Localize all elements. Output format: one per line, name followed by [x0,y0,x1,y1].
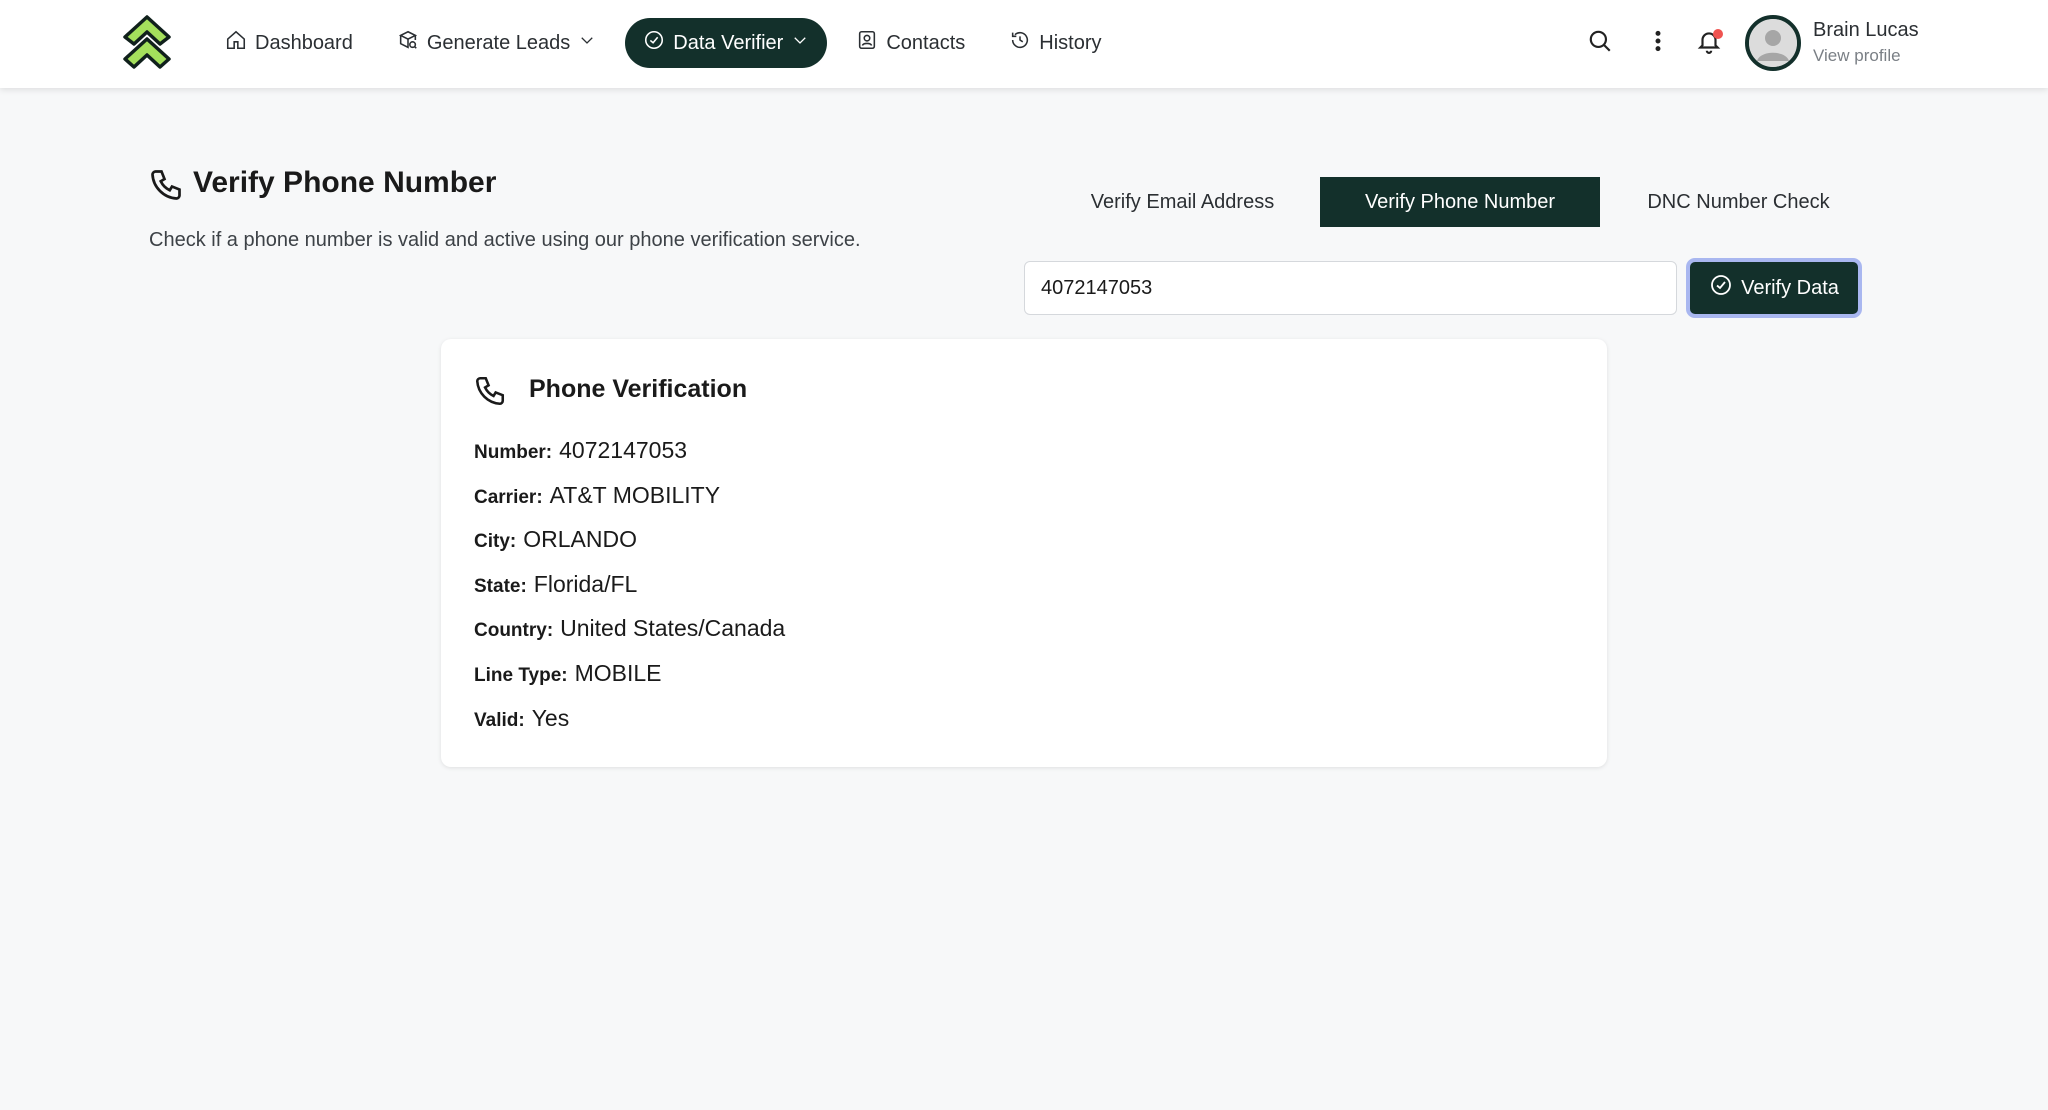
verify-data-button[interactable]: Verify Data [1686,258,1862,318]
search-button[interactable] [1583,26,1617,60]
view-profile-link[interactable]: View profile [1813,46,1901,66]
notification-badge [1713,29,1723,39]
top-navigation-bar: Dashboard Generate Leads Data Verifier C… [0,0,2048,88]
detail-value: MOBILE [574,659,662,686]
detail-row-valid: Valid: Yes [474,705,785,750]
nav-item-generate-leads[interactable]: Generate Leads [382,18,611,68]
nav-item-data-verifier[interactable]: Data Verifier [625,18,828,68]
nav-item-dashboard[interactable]: Dashboard [210,18,368,68]
chevron-down-icon [578,31,596,55]
nav-item-label: Contacts [886,31,966,54]
detail-row-country: Country: United States/Canada [474,615,785,660]
nav-item-label: Dashboard [255,31,353,54]
more-options-button[interactable] [1641,26,1675,60]
more-vertical-icon [1645,28,1671,59]
detail-value: United States/Canada [560,615,786,642]
verification-tabs: Verify Email Address Verify Phone Number… [1045,177,1877,227]
detail-value: Yes [531,704,570,731]
check-circle-icon [643,29,665,57]
detail-label: City: [474,531,517,553]
phone-icon [473,374,507,408]
profile-name: Brain Lucas [1813,19,1919,41]
detail-row-carrier: Carrier: AT&T MOBILITY [474,482,785,527]
tab-verify-email[interactable]: Verify Email Address [1045,177,1320,227]
tab-dnc-check[interactable]: DNC Number Check [1600,177,1877,227]
app-logo[interactable] [122,15,172,71]
phone-icon [148,167,184,203]
tab-verify-phone[interactable]: Verify Phone Number [1320,177,1600,227]
nav-item-label: Generate Leads [426,31,571,54]
detail-value: Florida/FL [533,570,638,597]
phone-number-input[interactable] [1024,261,1677,315]
chevron-down-icon [791,31,809,55]
detail-row-number: Number: 4072147053 [474,437,785,482]
nav-item-label: History [1039,31,1102,54]
card-title: Phone Verification [529,375,748,403]
avatar[interactable] [1745,15,1801,71]
detail-label: Valid: [474,709,525,731]
detail-row-state: State: Florida/FL [474,571,785,616]
detail-label: Carrier: [474,486,543,508]
nav-item-contacts[interactable]: Contacts [841,18,980,68]
detail-value: ORLANDO [523,526,637,553]
page-title: Verify Phone Number [193,166,497,199]
home-icon [225,29,247,57]
detail-value: AT&T MOBILITY [549,481,721,508]
main-nav: Dashboard Generate Leads Data Verifier C… [210,18,1131,68]
detail-row-line-type: Line Type: MOBILE [474,660,785,705]
page-description: Check if a phone number is valid and act… [149,229,861,251]
leads-icon [397,29,419,57]
verification-details: Number: 4072147053 Carrier: AT&T MOBILIT… [474,437,785,749]
check-circle-icon [1709,273,1733,303]
contacts-icon [856,29,878,57]
detail-label: Line Type: [474,664,568,686]
search-icon [1587,28,1613,59]
detail-value: 4072147053 [559,437,688,463]
nav-item-label: Data Verifier [673,31,784,54]
nav-item-history[interactable]: History [994,18,1116,68]
verify-data-label: Verify Data [1741,276,1839,299]
detail-label: Country: [474,620,554,642]
detail-row-city: City: ORLANDO [474,526,785,571]
detail-label: State: [474,575,527,597]
phone-verification-card: Phone Verification Number: 4072147053 Ca… [441,339,1607,767]
history-icon [1009,29,1031,57]
notifications-button[interactable] [1692,26,1726,60]
detail-label: Number: [474,442,553,463]
